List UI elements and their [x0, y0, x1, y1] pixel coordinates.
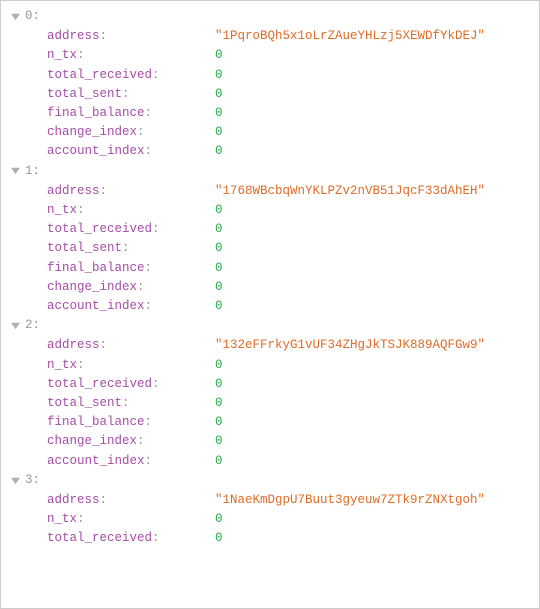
array-index-label: 1: [25, 162, 535, 181]
property-value: 0 [215, 104, 535, 123]
property-row[interactable]: change_index:0 [5, 432, 535, 451]
property-value: 0 [215, 123, 535, 142]
property-value: 0 [215, 220, 535, 239]
property-value: "1768WBcbqWnYKLPZv2nVB51JqcF33dAhEH" [215, 182, 535, 201]
property-row[interactable]: total_sent:0 [5, 85, 535, 104]
property-row[interactable]: final_balance:0 [5, 104, 535, 123]
property-row[interactable]: total_sent:0 [5, 239, 535, 258]
array-index-label: 3: [25, 471, 535, 490]
property-key: total_sent: [25, 85, 215, 104]
property-key: account_index: [25, 452, 215, 471]
property-row[interactable]: change_index:0 [5, 278, 535, 297]
property-row[interactable]: n_tx:0 [5, 510, 535, 529]
property-value: 0 [215, 239, 535, 258]
property-row[interactable]: account_index:0 [5, 297, 535, 316]
property-row[interactable]: address:"1768WBcbqWnYKLPZv2nVB51JqcF33dA… [5, 182, 535, 201]
property-row[interactable]: total_received:0 [5, 375, 535, 394]
property-key: total_sent: [25, 394, 215, 413]
property-row[interactable]: n_tx:0 [5, 201, 535, 220]
property-value: 0 [215, 46, 535, 65]
property-key: address: [25, 182, 215, 201]
caret-down-icon[interactable] [5, 163, 25, 182]
property-key: total_received: [25, 220, 215, 239]
property-row[interactable]: change_index:0 [5, 123, 535, 142]
caret-down-icon[interactable] [5, 8, 25, 27]
property-key: total_received: [25, 375, 215, 394]
property-value: "1NaeKmDgpU7Buut3gyeuw7ZTk9rZNXtgoh" [215, 491, 535, 510]
property-value: 0 [215, 375, 535, 394]
property-key: address: [25, 27, 215, 46]
property-row[interactable]: total_received:0 [5, 220, 535, 239]
property-key: final_balance: [25, 104, 215, 123]
property-value: 0 [215, 201, 535, 220]
array-index-label: 2: [25, 316, 535, 335]
property-key: total_received: [25, 529, 215, 548]
property-key: n_tx: [25, 201, 215, 220]
property-row[interactable]: final_balance:0 [5, 259, 535, 278]
property-value: "132eFFrkyG1vUF34ZHgJkTSJK889AQFGw9" [215, 336, 535, 355]
property-key: account_index: [25, 297, 215, 316]
property-value: 0 [215, 278, 535, 297]
caret-down-icon[interactable] [5, 317, 25, 336]
property-key: change_index: [25, 432, 215, 451]
property-key: address: [25, 336, 215, 355]
property-value: 0 [215, 432, 535, 451]
property-row[interactable]: final_balance:0 [5, 413, 535, 432]
property-row[interactable]: account_index:0 [5, 452, 535, 471]
property-row[interactable]: total_received:0 [5, 529, 535, 548]
property-key: n_tx: [25, 46, 215, 65]
property-row[interactable]: account_index:0 [5, 142, 535, 161]
property-key: n_tx: [25, 356, 215, 375]
property-key: n_tx: [25, 510, 215, 529]
array-index-label: 0: [25, 7, 535, 26]
property-key: total_sent: [25, 239, 215, 258]
property-row[interactable]: address:"132eFFrkyG1vUF34ZHgJkTSJK889AQF… [5, 336, 535, 355]
json-tree-viewer: 0:address:"1PqroBQh5x1oLrZAueYHLzj5XEWDf… [5, 7, 535, 549]
property-value: 0 [215, 356, 535, 375]
property-value: 0 [215, 452, 535, 471]
array-item-header[interactable]: 1: [5, 162, 535, 182]
property-key: account_index: [25, 142, 215, 161]
property-value: 0 [215, 85, 535, 104]
property-row[interactable]: total_sent:0 [5, 394, 535, 413]
property-value: 0 [215, 529, 535, 548]
property-key: change_index: [25, 123, 215, 142]
property-row[interactable]: n_tx:0 [5, 356, 535, 375]
array-item-header[interactable]: 2: [5, 316, 535, 336]
property-row[interactable]: address:"1PqroBQh5x1oLrZAueYHLzj5XEWDfYk… [5, 27, 535, 46]
property-row[interactable]: total_received:0 [5, 66, 535, 85]
property-key: address: [25, 491, 215, 510]
property-value: 0 [215, 297, 535, 316]
caret-down-icon[interactable] [5, 472, 25, 491]
property-value: 0 [215, 259, 535, 278]
property-key: final_balance: [25, 259, 215, 278]
property-value: 0 [215, 394, 535, 413]
property-value: "1PqroBQh5x1oLrZAueYHLzj5XEWDfYkDEJ" [215, 27, 535, 46]
property-key: total_received: [25, 66, 215, 85]
array-item-header[interactable]: 0: [5, 7, 535, 27]
array-item-header[interactable]: 3: [5, 471, 535, 491]
property-key: change_index: [25, 278, 215, 297]
property-row[interactable]: address:"1NaeKmDgpU7Buut3gyeuw7ZTk9rZNXt… [5, 491, 535, 510]
property-value: 0 [215, 510, 535, 529]
property-row[interactable]: n_tx:0 [5, 46, 535, 65]
property-value: 0 [215, 142, 535, 161]
property-value: 0 [215, 66, 535, 85]
property-value: 0 [215, 413, 535, 432]
property-key: final_balance: [25, 413, 215, 432]
